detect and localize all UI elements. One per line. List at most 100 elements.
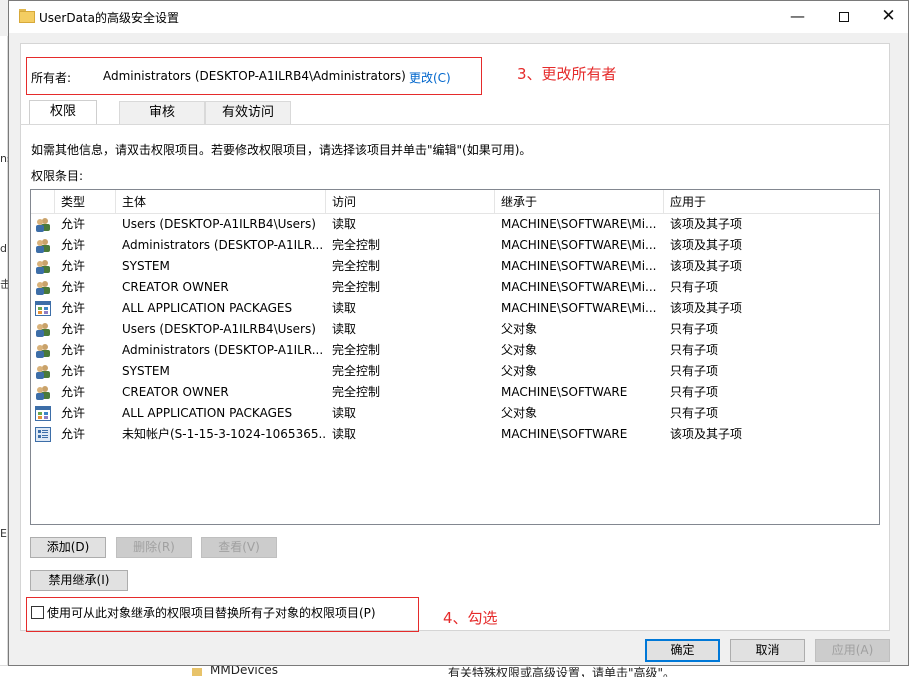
folder-icon xyxy=(192,668,202,676)
replace-child-permissions-label[interactable]: 使用可从此对象继承的权限项目替换所有子对象的权限项目(P) xyxy=(47,604,376,621)
cell-inherited-from: 父对象 xyxy=(501,343,538,357)
users-icon xyxy=(35,322,51,337)
cell-inherited-from: MACHINE\SOFTWARE xyxy=(501,427,628,441)
background-window-bottom: MMDevices 有关特殊权限或高级设置，请单击"高级"。 xyxy=(0,665,909,677)
users-icon xyxy=(35,364,51,379)
cell-applies-to: 该项及其子项 xyxy=(670,238,743,252)
table-row[interactable]: 允许 ALL APPLICATION PACKAGES 读取 父对象 只有子项 xyxy=(31,403,879,424)
cell-access: 完全控制 xyxy=(332,385,381,399)
table-row[interactable]: 允许 CREATOR OWNER 完全控制 MACHINE\SOFTWARE\Mi..… xyxy=(31,277,879,298)
table-row[interactable]: 允许 Administrators (DESKTOP-A1ILR... 完全控制 MA… xyxy=(31,235,879,256)
table-row[interactable]: 允许 Users (DESKTOP-A1ILRB4\Users) 读取 父对象 只有子项 xyxy=(31,319,879,340)
title-bar[interactable]: UserData的高级安全设置 — ✕ xyxy=(9,1,908,33)
replace-child-permissions-checkbox[interactable] xyxy=(31,606,44,619)
tab-effective-access[interactable]: 有效访问 xyxy=(205,101,291,125)
cell-applies-to: 该项及其子项 xyxy=(670,301,743,315)
cell-applies-to: 该项及其子项 xyxy=(670,259,743,273)
cell-principal: Administrators (DESKTOP-A1ILR... xyxy=(122,343,324,357)
cell-inherited-from: 父对象 xyxy=(501,406,538,420)
cell-applies-to: 该项及其子项 xyxy=(670,217,743,231)
change-owner-link[interactable]: 更改(C) xyxy=(409,69,451,86)
cell-inherited-from: MACHINE\SOFTWARE\Mi... xyxy=(501,280,657,294)
add-button[interactable]: 添加(D) xyxy=(30,537,106,558)
table-row[interactable]: 允许 CREATOR OWNER 完全控制 MACHINE\SOFTWARE 只有子项 xyxy=(31,382,879,403)
cell-type: 允许 xyxy=(61,238,86,252)
column-header-applies-to[interactable]: 应用于 xyxy=(664,190,879,214)
owner-label: 所有者: xyxy=(31,71,72,85)
cell-applies-to: 只有子项 xyxy=(670,343,719,357)
cell-type: 允许 xyxy=(61,301,86,315)
background-text: 有关特殊权限或高级设置，请单击"高级"。 xyxy=(448,666,676,677)
cell-applies-to: 只有子项 xyxy=(670,322,719,336)
maximize-icon xyxy=(838,11,849,22)
cell-principal: Users (DESKTOP-A1ILRB4\Users) xyxy=(122,217,316,231)
column-header-type[interactable]: 类型 xyxy=(55,190,116,214)
users-icon xyxy=(35,217,51,232)
table-row[interactable]: 允许 Administrators (DESKTOP-A1ILR... 完全控制 父对… xyxy=(31,340,879,361)
table-row[interactable]: 允许 Users (DESKTOP-A1ILRB4\Users) 读取 MACHINE… xyxy=(31,214,879,235)
cell-type: 允许 xyxy=(61,406,86,420)
tab-permissions[interactable]: 权限 xyxy=(29,100,97,125)
permission-entries-label: 权限条目: xyxy=(31,169,84,183)
unknown-account-icon xyxy=(35,427,51,442)
maximize-button[interactable] xyxy=(821,1,866,32)
permission-entries-list[interactable]: 类型 主体 访问 继承于 应用于 允许 Users (DESKTOP-A1ILRB… xyxy=(30,189,880,525)
cell-access: 读取 xyxy=(332,322,357,336)
cell-inherited-from: 父对象 xyxy=(501,322,538,336)
column-header-access[interactable]: 访问 xyxy=(326,190,495,214)
background-text-fragment: d xyxy=(0,242,7,255)
annotation-step4: 4、勾选 xyxy=(443,609,498,627)
list-body: 允许 Users (DESKTOP-A1ILRB4\Users) 读取 MACHINE… xyxy=(31,214,879,445)
cell-type: 允许 xyxy=(61,427,86,441)
close-button[interactable]: ✕ xyxy=(866,1,909,32)
table-row[interactable]: 允许 未知帐户(S-1-15-3-1024-1065365... 读取 MACHINE… xyxy=(31,424,879,445)
window-title: UserData的高级安全设置 xyxy=(39,11,180,25)
cell-principal: CREATOR OWNER xyxy=(122,280,229,294)
table-row[interactable]: 允许 ALL APPLICATION PACKAGES 读取 MACHINE\SOFT… xyxy=(31,298,879,319)
cell-type: 允许 xyxy=(61,385,86,399)
column-header-icon[interactable] xyxy=(31,190,55,214)
cell-inherited-from: MACHINE\SOFTWARE\Mi... xyxy=(501,301,657,315)
cell-principal: ALL APPLICATION PACKAGES xyxy=(122,406,293,420)
disable-inheritance-button[interactable]: 禁用继承(I) xyxy=(30,570,128,591)
users-icon xyxy=(35,280,51,295)
cell-type: 允许 xyxy=(61,364,86,378)
table-row[interactable]: 允许 SYSTEM 完全控制 MACHINE\SOFTWARE\Mi... 该项及其子项 xyxy=(31,256,879,277)
cell-inherited-from: MACHINE\SOFTWARE\Mi... xyxy=(501,217,657,231)
users-icon xyxy=(35,259,51,274)
view-button[interactable]: 查看(V) xyxy=(201,537,277,558)
cell-applies-to: 该项及其子项 xyxy=(670,427,743,441)
cell-applies-to: 只有子项 xyxy=(670,385,719,399)
background-text-fragment: E xyxy=(0,527,7,540)
background-window-left: ns d 击 E xyxy=(0,36,8,666)
users-icon xyxy=(35,238,51,253)
column-header-principal[interactable]: 主体 xyxy=(116,190,326,214)
cell-type: 允许 xyxy=(61,280,86,294)
cell-principal: ALL APPLICATION PACKAGES xyxy=(122,301,293,315)
cancel-button[interactable]: 取消 xyxy=(730,639,805,662)
table-row[interactable]: 允许 SYSTEM 完全控制 父对象 只有子项 xyxy=(31,361,879,382)
apply-button[interactable]: 应用(A) xyxy=(815,639,890,662)
folder-icon xyxy=(19,9,35,23)
info-text: 如需其他信息，请双击权限项目。若要修改权限项目，请选择该项目并单击"编辑"(如果… xyxy=(31,143,532,157)
cell-access: 完全控制 xyxy=(332,280,381,294)
background-text-fragment: 击 xyxy=(0,278,8,291)
minimize-button[interactable]: — xyxy=(775,1,820,32)
app-packages-icon xyxy=(35,301,51,316)
tab-divider xyxy=(20,124,890,125)
cell-type: 允许 xyxy=(61,217,86,231)
cell-principal: Users (DESKTOP-A1ILRB4\Users) xyxy=(122,322,316,336)
column-header-inherited-from[interactable]: 继承于 xyxy=(495,190,664,214)
ok-button[interactable]: 确定 xyxy=(645,639,720,662)
cell-inherited-from: MACHINE\SOFTWARE\Mi... xyxy=(501,238,657,252)
list-header: 类型 主体 访问 继承于 应用于 xyxy=(31,190,879,214)
cell-access: 读取 xyxy=(332,427,357,441)
tab-auditing[interactable]: 审核 xyxy=(119,101,205,125)
cell-principal: SYSTEM xyxy=(122,364,170,378)
remove-button[interactable]: 删除(R) xyxy=(116,537,192,558)
cell-applies-to: 只有子项 xyxy=(670,280,719,294)
users-icon xyxy=(35,385,51,400)
app-packages-icon xyxy=(35,406,51,421)
cell-access: 完全控制 xyxy=(332,343,381,357)
cell-type: 允许 xyxy=(61,322,86,336)
